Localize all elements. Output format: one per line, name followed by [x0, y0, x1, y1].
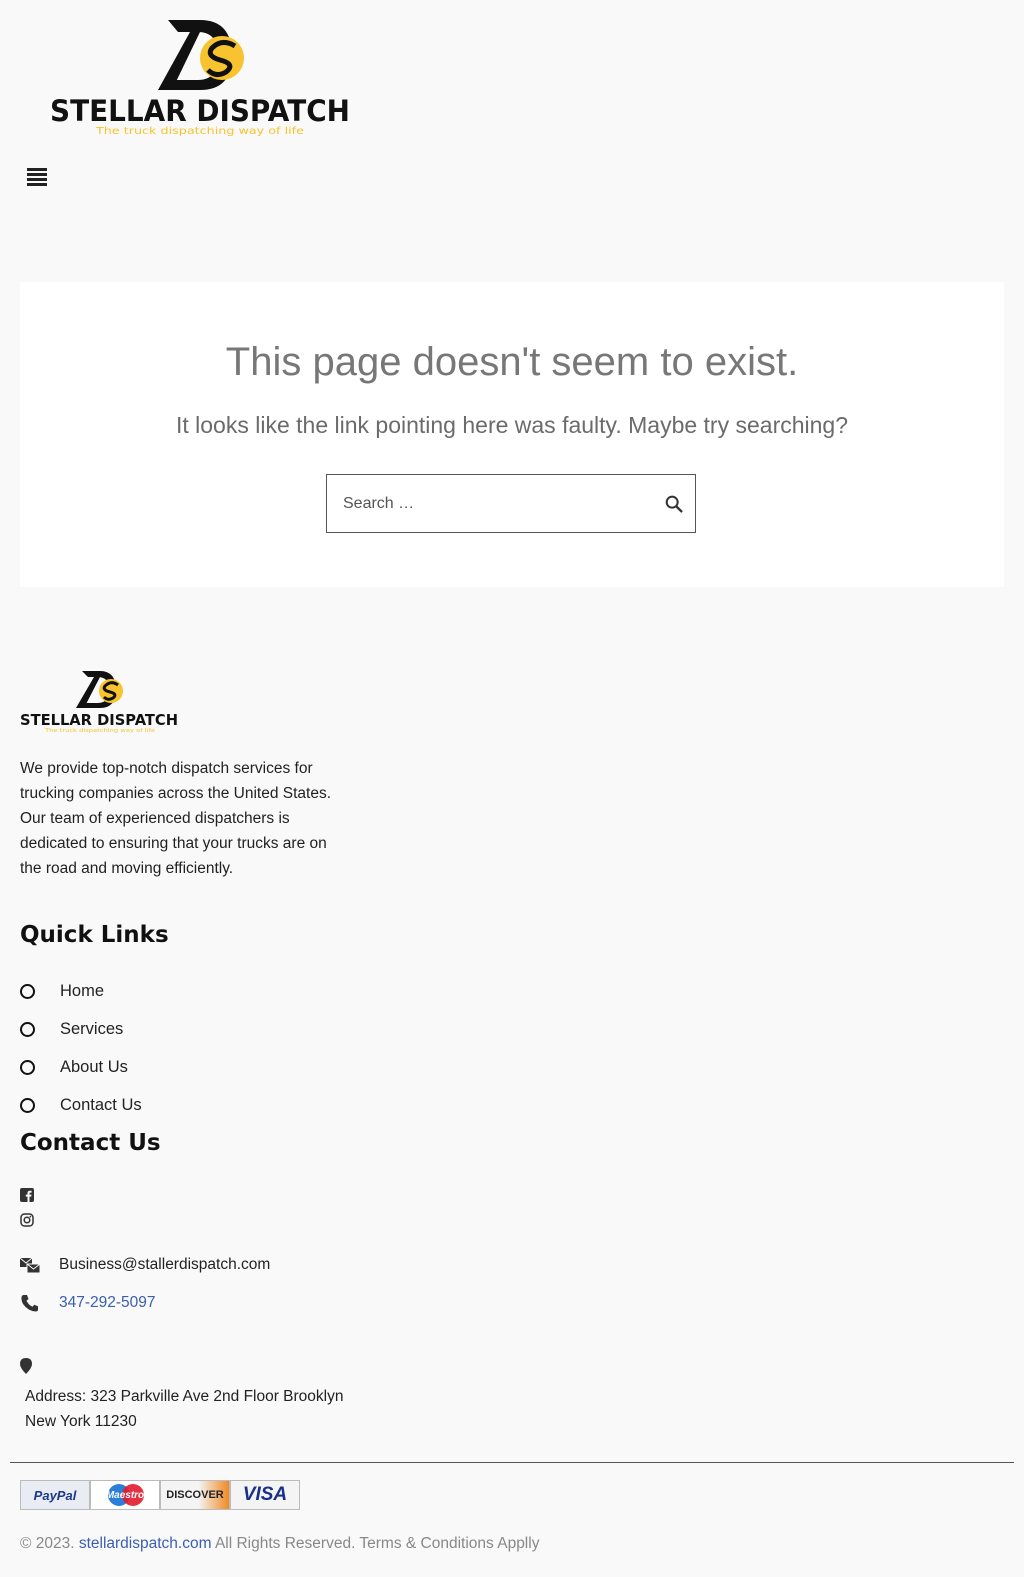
footer-logo[interactable]: STELLAR DISPATCH The truck dispatching w…: [20, 670, 180, 734]
search-icon[interactable]: [663, 493, 685, 515]
discover-card-icon: DISCOVER: [160, 1480, 230, 1510]
page-title: This page doesn't seem to exist.: [225, 340, 799, 384]
circle-icon: [20, 1059, 35, 1075]
footer-logo-tagline: The truck dispatching way of life: [44, 728, 155, 734]
search-form: [326, 474, 696, 533]
circle-icon: [20, 1021, 35, 1037]
instagram-icon[interactable]: [20, 1213, 34, 1227]
quick-link-contact-us[interactable]: Contact Us: [20, 1086, 142, 1124]
logo-tagline: The truck dispatching way of life: [95, 126, 304, 137]
copyright: © 2023. stellardispatch.com All Rights R…: [20, 1535, 540, 1552]
email-address: Business@stallerdispatch.com: [59, 1256, 271, 1273]
footer-logo-wordmark: STELLAR DISPATCH: [20, 711, 178, 729]
map-marker-icon: [20, 1358, 32, 1374]
error-message: It looks like the link pointing here was…: [175, 412, 849, 438]
about-text: We provide top-notch dispatch services f…: [20, 760, 332, 877]
facebook-icon[interactable]: [20, 1188, 34, 1202]
quick-links-list: Home Services About Us Contact Us: [20, 972, 142, 1124]
contact-us-title: Contact Us: [20, 1130, 161, 1156]
quick-link-home[interactable]: Home: [20, 972, 142, 1010]
site-link[interactable]: stellardispatch.com: [79, 1535, 212, 1552]
circle-icon: [20, 1097, 35, 1113]
visa-card-icon: VISA: [230, 1480, 300, 1510]
maestro-card-icon: Maestro: [90, 1480, 160, 1510]
phone-icon: [21, 1295, 38, 1312]
site-header: STELLAR DISPATCH The truck dispatching w…: [0, 0, 1024, 230]
quick-link-services[interactable]: Services: [20, 1010, 142, 1048]
error-card: This page doesn't seem to exist. It look…: [20, 282, 1004, 587]
stellar-dispatch-logo[interactable]: STELLAR DISPATCH The truck dispatching w…: [50, 18, 352, 138]
search-input[interactable]: [327, 475, 647, 532]
quick-links-title: Quick Links: [20, 922, 169, 948]
phone-number: 347-292-5097: [59, 1294, 156, 1311]
mail-bulk-icon: [20, 1257, 40, 1274]
logo-wordmark: STELLAR DISPATCH: [50, 94, 350, 128]
circle-icon: [20, 983, 35, 999]
address: Address: 323 Parkville Ave 2nd Floor Bro…: [25, 1388, 344, 1430]
payment-cards: PayPal Maestro DISCOVER VISA: [20, 1480, 300, 1510]
hamburger-menu-icon[interactable]: [27, 168, 49, 190]
email-row[interactable]: Business@stallerdispatch.com: [20, 1256, 270, 1274]
site-footer: STELLAR DISPATCH The truck dispatching w…: [0, 650, 1024, 1577]
quick-link-about-us[interactable]: About Us: [20, 1048, 142, 1086]
phone-row[interactable]: 347-292-5097: [20, 1294, 156, 1312]
footer-divider: [10, 1462, 1014, 1463]
paypal-card-icon: PayPal: [20, 1480, 90, 1510]
